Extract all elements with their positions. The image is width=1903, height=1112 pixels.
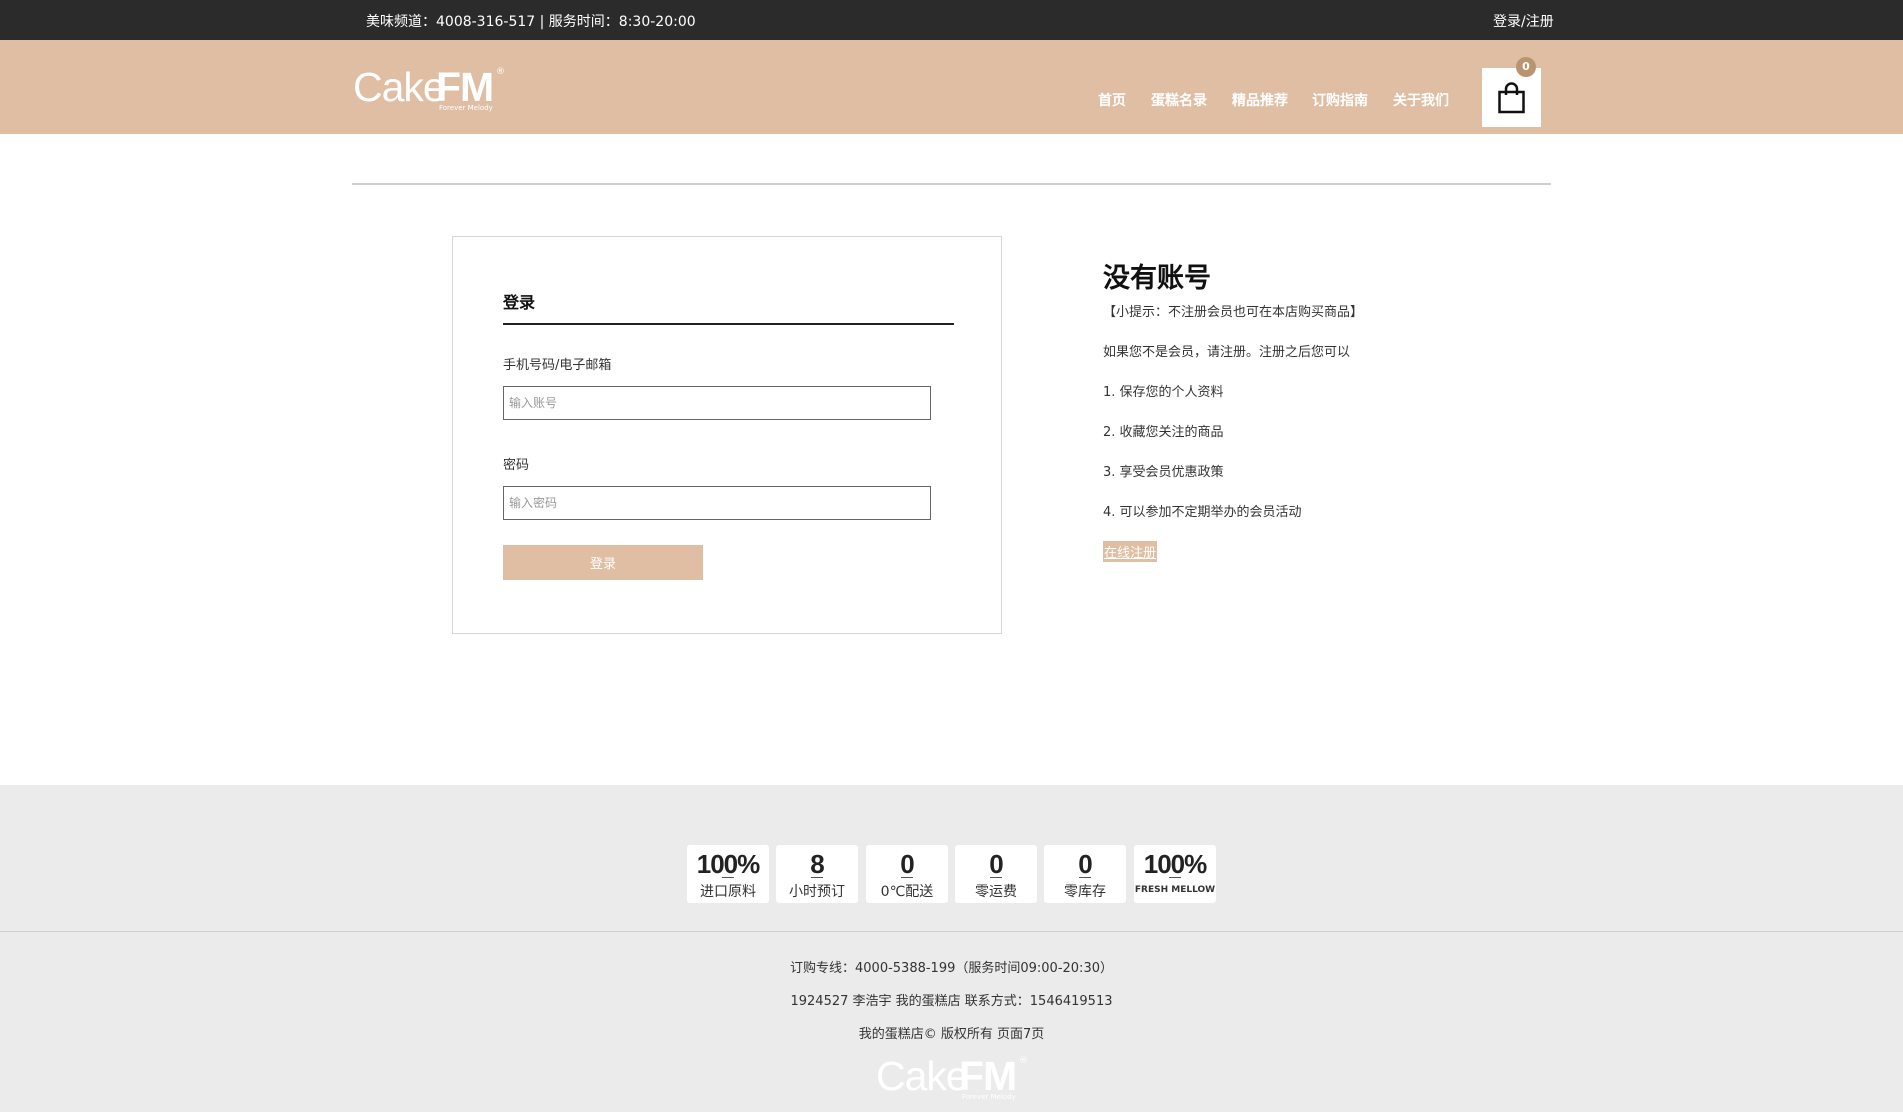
shopping-bag-icon: [1498, 82, 1525, 114]
logo-text-cake: Cake: [876, 1053, 969, 1099]
feature-underline: [811, 877, 823, 878]
benefit-item: 2. 收藏您关注的商品: [1103, 425, 1224, 440]
nav-home[interactable]: 首页: [1098, 90, 1126, 110]
cart-button[interactable]: [1482, 68, 1541, 127]
feature-underline: [1169, 877, 1181, 878]
feature-underline: [722, 877, 734, 878]
feature-badge: 0 0℃配送: [866, 845, 948, 903]
feature-badge: 8 小时预订: [776, 845, 858, 903]
logo-registered-mark: ®: [1019, 1056, 1028, 1066]
cart-count-badge: 0: [1516, 57, 1536, 77]
hotline-text: 美味频道：4008-316-517 | 服务时间：8:30-20:00: [366, 14, 696, 30]
feature-badge: 0 零库存: [1044, 845, 1126, 903]
nav-about-us[interactable]: 关于我们: [1393, 90, 1449, 110]
cakefm-logo[interactable]: Cake FM ® Forever Melody: [353, 64, 513, 112]
feature-label: 进口原料: [700, 884, 756, 900]
logo-text-cake: Cake: [353, 64, 446, 110]
feature-badge: 0 零运费: [955, 845, 1037, 903]
contact-info: 1924527 李浩宇 我的蛋糕店 联系方式：1546419513: [790, 994, 1113, 1009]
feature-value: 100%: [1143, 849, 1208, 879]
nav-featured[interactable]: 精品推荐: [1232, 90, 1288, 110]
feature-label: FRESH MELLOW: [1134, 885, 1216, 895]
nav-order-guide[interactable]: 订购指南: [1312, 90, 1368, 110]
copyright: 我的蛋糕店© 版权所有 页面7页: [858, 1027, 1045, 1042]
feature-underline: [901, 877, 913, 878]
login-title-rule: [503, 323, 954, 325]
feature-badge: 100% 进口原料: [687, 845, 769, 903]
password-label: 密码: [503, 458, 530, 473]
feature-value: 0: [900, 849, 914, 879]
feature-label: 0℃配送: [880, 884, 934, 900]
feature-underline: [1079, 877, 1091, 878]
footer-divider: [0, 931, 1903, 932]
divider: [352, 183, 1551, 185]
feature-value: 0: [989, 849, 1003, 879]
feature-label: 小时预订: [789, 884, 845, 900]
logo-tagline: Forever Melody: [962, 1093, 1016, 1101]
login-button[interactable]: 登录: [503, 545, 703, 580]
online-register-link[interactable]: 在线注册: [1103, 541, 1158, 562]
account-input[interactable]: [503, 386, 931, 420]
footer-logo: Cake FM ® Forever Melody: [876, 1053, 1036, 1101]
order-hotline: 订购专线：4000-5388-199（服务时间09:00-20:30）: [790, 961, 1113, 976]
no-account-title: 没有账号: [1103, 263, 1211, 294]
feature-value: 0: [1078, 849, 1092, 879]
logo-registered-mark: ®: [496, 67, 505, 77]
benefit-item: 4. 可以参加不定期举办的会员活动: [1103, 505, 1302, 520]
site-header: Cake FM ® Forever Melody 首页 蛋糕名录 精品推荐 订购…: [0, 40, 1903, 134]
feature-label: 零库存: [1064, 884, 1106, 900]
feature-underline: [990, 877, 1002, 878]
login-register-link[interactable]: 登录/注册: [1493, 11, 1554, 31]
feature-label: 零运费: [975, 884, 1017, 900]
register-intro: 如果您不是会员，请注册。注册之后您可以: [1103, 345, 1351, 360]
password-input[interactable]: [503, 486, 931, 520]
benefit-item: 1. 保存您的个人资料: [1103, 385, 1224, 400]
register-tip: 【小提示：不注册会员也可在本店购买商品】: [1103, 305, 1364, 320]
nav-cake-catalog[interactable]: 蛋糕名录: [1151, 90, 1207, 110]
logo-tagline: Forever Melody: [439, 104, 493, 112]
top-bar: 美味频道：4008-316-517 | 服务时间：8:30-20:00 登录/注…: [0, 0, 1903, 40]
account-label: 手机号码/电子邮箱: [503, 358, 612, 373]
feature-value: 8: [810, 849, 824, 879]
login-title: 登录: [503, 293, 536, 312]
benefit-item: 3. 享受会员优惠政策: [1103, 465, 1224, 480]
login-card: 登录 手机号码/电子邮箱 密码 登录: [452, 236, 1002, 634]
feature-badge: 100% FRESH MELLOW: [1134, 845, 1216, 903]
feature-value: 100%: [696, 849, 761, 879]
